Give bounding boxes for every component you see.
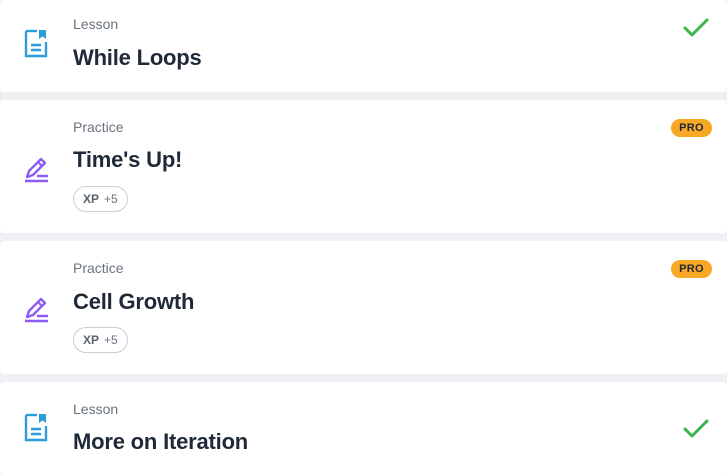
xp-badge: XP +5 [73,186,128,212]
item-type-label: Practice [73,119,124,135]
pencil-icon [25,297,48,323]
item-type-label: Lesson [73,16,119,32]
checkmark-icon [683,419,709,438]
item-title: Cell Growth [73,289,195,314]
pro-badge: PRO [671,119,712,137]
lesson-item-more-on-iteration[interactable]: Lesson More on Iteration [0,382,727,475]
document-icon [24,413,48,442]
item-title: More on Iteration [73,429,249,454]
checkmark-icon [683,18,709,37]
xp-value: +5 [104,333,118,347]
xp-label: XP [83,192,100,206]
pencil-icon [25,157,48,183]
xp-badge: XP +5 [73,327,128,353]
xp-label: XP [83,333,100,347]
course-item-list: Lesson While Loops Practice Time's Up! X… [0,0,727,475]
item-title: Time's Up! [73,147,183,172]
practice-item-cell-growth[interactable]: Practice Cell Growth XP +5 PRO [0,241,727,374]
xp-value: +5 [104,192,118,206]
practice-item-times-up[interactable]: Practice Time's Up! XP +5 PRO [0,100,727,233]
document-icon [24,29,48,58]
item-type-label: Practice [73,260,124,276]
lesson-item-while-loops[interactable]: Lesson While Loops [0,0,727,92]
item-type-label: Lesson [73,401,119,417]
item-title: While Loops [73,45,202,70]
pro-badge: PRO [671,260,712,278]
